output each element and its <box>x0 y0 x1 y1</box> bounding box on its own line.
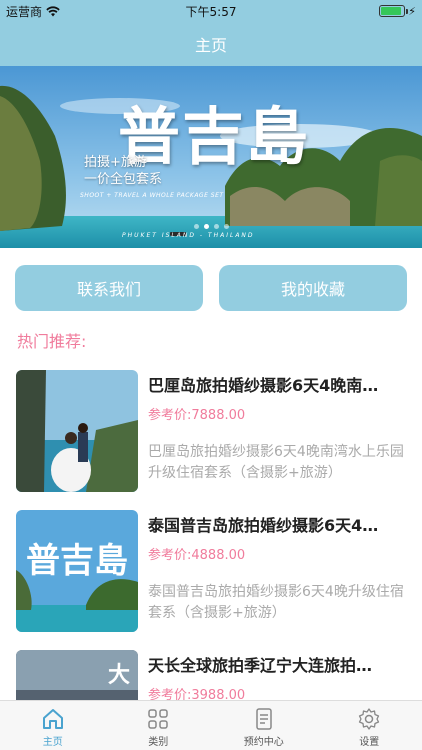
tab-label: 预约中心 <box>243 737 284 748</box>
banner-footer: PHUKET ISLAND - THAILAND <box>122 232 255 239</box>
contact-us-button[interactable]: 联系我们 <box>15 265 203 311</box>
status-bar: 运营商 下午5:57 ⚡ <box>0 0 422 22</box>
tab-label: 设置 <box>359 737 380 748</box>
tab-booking-center[interactable]: 预约中心 <box>211 701 317 750</box>
battery-icon <box>379 5 409 17</box>
product-title: 泰国普吉岛旅拍婚纱摄影6天4… <box>148 516 379 535</box>
section-title: 热门推荐: <box>17 332 87 351</box>
product-title: 巴厘岛旅拍婚纱摄影6天4晚南… <box>148 376 379 395</box>
product-price: 参考价:4888.00 <box>148 548 246 563</box>
tab-category[interactable]: 类别 <box>106 701 212 750</box>
carousel-dots[interactable] <box>0 224 422 229</box>
carousel-dot[interactable] <box>223 224 229 229</box>
product-title: 天长全球旅拍季辽宁大连旅拍… <box>148 656 373 675</box>
navigation-bar: 主页 <box>0 22 422 66</box>
carousel-dot[interactable] <box>193 224 199 229</box>
gear-icon <box>359 708 380 730</box>
product-description: 巴厘岛旅拍婚纱摄影6天4晚南湾水上乐园升级住宿套系（含摄影+旅游） <box>148 444 404 481</box>
product-image: 普吉島 <box>16 510 138 632</box>
product-list: 巴厘岛旅拍婚纱摄影6天4晚南… 参考价:7888.00 巴厘岛旅拍婚纱摄影6天4… <box>0 360 422 750</box>
product-image <box>16 370 138 492</box>
status-time: 下午5:57 <box>185 4 237 19</box>
clipboard-icon <box>256 708 272 730</box>
banner-tagline-2: 一价全包套系 <box>84 172 163 187</box>
battery-fill <box>381 7 402 15</box>
banner-carousel[interactable]: 普吉島 拍摄+旅游 一价全包套系 SHOOT + TRAVEL A WHOLE … <box>0 66 422 248</box>
tab-bar: 主页 类别 预约中心 设置 <box>0 700 422 750</box>
product-description: 泰国普吉岛旅拍婚纱摄影6天4晚升级住宿套系（含摄影+旅游） <box>148 584 404 621</box>
my-favorites-button[interactable]: 我的收藏 <box>219 265 407 311</box>
banner-tagline-1: 拍摄+旅游 <box>84 155 147 170</box>
product-image-title: 普吉島 <box>26 541 128 581</box>
banner-tagline: 拍摄+旅游 一价全包套系 <box>84 154 162 188</box>
home-icon <box>42 709 63 729</box>
action-buttons: 联系我们 我的收藏 <box>15 265 407 311</box>
list-item[interactable]: 普吉島 泰国普吉岛旅拍婚纱摄影6天4… 参考价:4888.00 泰国普吉岛旅拍婚… <box>0 500 422 640</box>
product-image-title: 大 <box>108 663 130 688</box>
tab-settings[interactable]: 设置 <box>317 701 422 750</box>
banner-subtitle: SHOOT + TRAVEL A WHOLE PACKAGE SET <box>80 192 224 199</box>
product-price: 参考价:7888.00 <box>148 408 246 423</box>
carousel-dot[interactable] <box>203 224 209 229</box>
tab-home[interactable]: 主页 <box>0 701 106 750</box>
carousel-dot[interactable] <box>213 224 219 229</box>
tab-label: 类别 <box>148 737 169 748</box>
page-title: 主页 <box>194 36 227 55</box>
list-item[interactable]: 巴厘岛旅拍婚纱摄影6天4晚南… 参考价:7888.00 巴厘岛旅拍婚纱摄影6天4… <box>0 360 422 500</box>
tab-label: 主页 <box>42 737 63 748</box>
grid-icon <box>148 709 168 729</box>
